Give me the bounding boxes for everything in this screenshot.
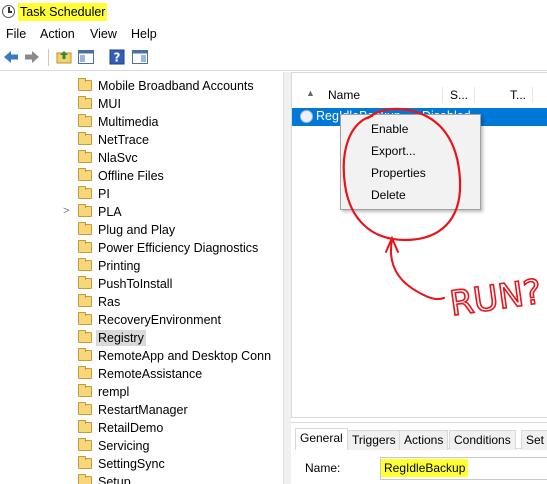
help-icon[interactable]: ? [108,48,126,66]
folder-icon [78,276,92,289]
tab-settings[interactable]: Set [521,430,547,450]
task-scheduler-clock-icon [2,5,15,18]
folder-icon [78,258,92,271]
folder-icon [78,474,92,484]
menu-view[interactable]: View [90,27,117,41]
context-menu-enable[interactable]: Enable [341,118,480,140]
column-header-name[interactable]: Name [328,88,360,102]
context-menu-export[interactable]: Export... [341,140,480,162]
tree-item-selected[interactable]: Registry [0,329,283,347]
folder-icon [78,312,92,325]
tab-triggers[interactable]: Triggers [347,430,401,450]
tree-item[interactable]: Printing [0,257,283,275]
tree-item[interactable]: rempl [0,383,283,401]
column-divider[interactable] [442,87,443,103]
list-header: ▲ Name S... T... [292,85,547,105]
toolbar-separator [48,49,49,66]
folder-icon [78,150,92,163]
tree-item[interactable]: NlaSvc [0,149,283,167]
menu-file[interactable]: File [6,27,26,41]
name-label: Name: [305,461,341,475]
folder-icon [78,384,92,397]
tree-item[interactable]: Setup [0,473,283,484]
folder-icon [78,348,92,361]
menu-help[interactable]: Help [131,27,157,41]
tree-item[interactable]: PI [0,185,283,203]
tree-item[interactable]: Multimedia [0,113,283,131]
folder-icon [78,132,92,145]
folder-icon [78,222,92,235]
tree-item[interactable]: Mobile Broadband Accounts [0,77,283,95]
tree-item[interactable]: PushToInstall [0,275,283,293]
expand-chevron-icon[interactable]: > [63,205,69,217]
menu-action[interactable]: Action [40,27,75,41]
folder-icon [78,114,92,127]
tree-item[interactable]: RestartManager [0,401,283,419]
task-details: General Triggers Actions Conditions Set … [291,422,547,484]
column-divider[interactable] [474,87,475,103]
folder-icon [78,330,92,343]
tab-conditions[interactable]: Conditions [449,430,516,450]
folder-up-icon[interactable] [55,48,73,66]
tree-item[interactable]: SettingSync [0,455,283,473]
back-arrow-icon[interactable] [2,48,20,66]
tree-item[interactable]: Plug and Play [0,221,283,239]
column-header-triggers[interactable]: T... [510,88,526,102]
task-library-tree[interactable]: Mobile Broadband Accounts MUI Multimedia… [0,72,283,484]
forward-arrow-icon[interactable] [23,48,41,66]
tree-item[interactable]: Servicing [0,437,283,455]
details-tabs: General Triggers Actions Conditions Set [295,428,547,450]
tree-item[interactable]: RetailDemo [0,419,283,437]
column-header-status[interactable]: S... [450,88,468,102]
sort-up-icon: ▲ [306,88,315,98]
folder-icon [78,240,92,253]
action-pane-icon[interactable] [131,48,149,66]
folder-icon [78,402,92,415]
tree-item[interactable]: RecoveryEnvironment [0,311,283,329]
title-bar: Task Scheduler [0,0,547,24]
svg-text:?: ? [114,51,121,65]
pane-splitter[interactable] [283,72,291,484]
tree-item[interactable]: RemoteApp and Desktop Conn [0,347,283,365]
tab-actions[interactable]: Actions [399,430,449,450]
folder-icon [78,366,92,379]
tree-item[interactable]: Ras [0,293,283,311]
tab-general[interactable]: General [295,428,348,450]
folder-icon [78,96,92,109]
task-clock-icon [300,110,313,123]
folder-icon [78,168,92,181]
tree-item[interactable]: Power Efficiency Diagnostics [0,239,283,257]
tree-item[interactable]: Offline Files [0,167,283,185]
name-field-value: RegIdleBackup [381,459,469,477]
folder-icon [78,204,92,217]
folder-icon [78,438,92,451]
window-title: Task Scheduler [18,3,108,21]
tree-item[interactable]: MUI [0,95,283,113]
tree-item[interactable]: NetTrace [0,131,283,149]
folder-icon [78,78,92,91]
column-divider[interactable] [532,87,533,103]
folder-icon [78,456,92,469]
tree-item[interactable]: > PLA [0,203,283,221]
folder-icon [78,294,92,307]
context-menu-delete[interactable]: Delete [341,184,480,206]
tree-item[interactable]: RemoteAssistance [0,365,283,383]
context-menu: Enable Export... Properties Delete [340,114,481,210]
toolbar: ? [0,45,547,71]
context-menu-properties[interactable]: Properties [341,162,480,184]
show-hide-pane-icon[interactable] [77,48,95,66]
menu-bar: File Action View Help [0,25,547,44]
name-field[interactable]: RegIdleBackup [380,457,547,480]
folder-icon [78,186,92,199]
folder-icon [78,420,92,433]
